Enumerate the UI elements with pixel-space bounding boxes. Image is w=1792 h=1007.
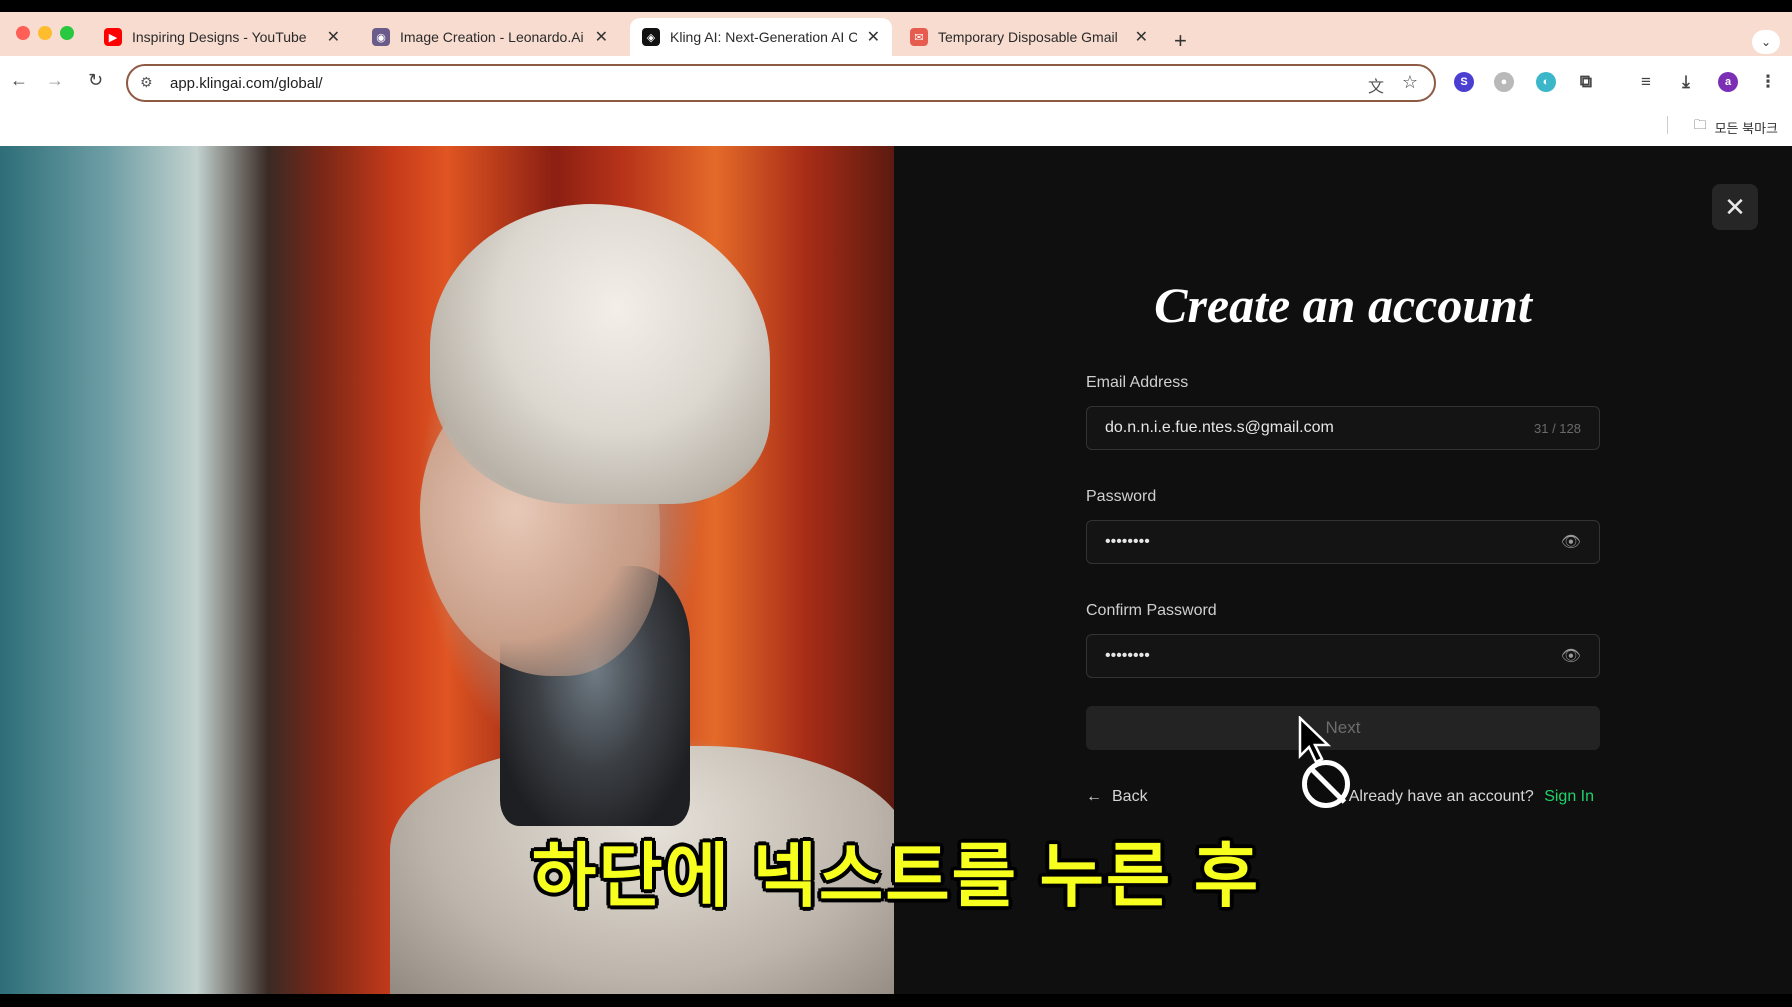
kling-icon: ◈ bbox=[642, 28, 660, 46]
email-field-wrapper: 31 / 128 bbox=[1086, 406, 1600, 450]
close-icon[interactable]: ✕ bbox=[867, 27, 880, 47]
close-icon: ✕ bbox=[1724, 191, 1746, 222]
confirm-password-field[interactable] bbox=[1087, 635, 1599, 677]
back-button[interactable]: ← Back bbox=[1086, 788, 1148, 806]
confirm-password-label: Confirm Password bbox=[1086, 602, 1217, 619]
page-title: Create an account bbox=[1154, 277, 1532, 333]
leonardo-icon: ◉ bbox=[372, 28, 390, 46]
hero-hair-shape bbox=[430, 204, 770, 504]
translate-icon[interactable]: 文 bbox=[1368, 73, 1384, 97]
bottom-letterbox bbox=[0, 994, 1792, 1007]
minimize-window-icon[interactable] bbox=[38, 26, 52, 40]
folder-icon: 🗀 bbox=[1693, 117, 1707, 132]
mouse-pointer-icon bbox=[1298, 716, 1332, 764]
close-window-icon[interactable] bbox=[16, 26, 30, 40]
new-tab-button[interactable]: + bbox=[1174, 28, 1187, 54]
eye-icon[interactable]: 👁 bbox=[1561, 532, 1581, 552]
youtube-icon: ▶ bbox=[104, 28, 122, 46]
extensions-puzzle-icon[interactable]: ⧉ bbox=[1576, 72, 1596, 92]
arrow-left-icon: ← bbox=[1086, 788, 1102, 805]
eye-icon[interactable]: 👁 bbox=[1561, 646, 1581, 666]
all-bookmarks-label: 모든 북마크 bbox=[1714, 120, 1778, 136]
bookmark-star-icon[interactable]: ☆ bbox=[1402, 72, 1418, 93]
close-dialog-button[interactable]: ✕ bbox=[1712, 184, 1758, 230]
tab-title: Inspiring Designs - YouTube bbox=[132, 29, 307, 45]
back-arrow-icon[interactable]: ← bbox=[10, 70, 28, 91]
video-caption: 하단에 넥스트를 누른 후 bbox=[531, 837, 1261, 915]
extension-s-icon[interactable]: S bbox=[1454, 72, 1474, 92]
tab-title: Image Creation - Leonardo.Ai bbox=[400, 29, 584, 45]
tab-search-chevron-icon[interactable]: ⌄ bbox=[1752, 30, 1780, 54]
password-field[interactable] bbox=[1087, 521, 1599, 563]
top-letterbox bbox=[0, 0, 1792, 12]
tab-youtube[interactable]: ▶ Inspiring Designs - YouTube ✕ bbox=[92, 18, 352, 56]
sign-in-link[interactable]: Sign In bbox=[1544, 788, 1594, 805]
tab-leonardo[interactable]: ◉ Image Creation - Leonardo.Ai ✕ bbox=[360, 18, 620, 56]
password-label: Password bbox=[1086, 488, 1157, 505]
confirm-password-field-wrapper: 👁 bbox=[1086, 634, 1600, 678]
download-icon[interactable]: ⤓ bbox=[1676, 72, 1696, 92]
tab-title: Temporary Disposable Gmail bbox=[938, 29, 1118, 45]
close-icon[interactable]: ✕ bbox=[595, 27, 608, 47]
profile-avatar[interactable]: a bbox=[1718, 72, 1738, 92]
tab-temp-gmail[interactable]: ✉ Temporary Disposable Gmail ✕ bbox=[898, 18, 1160, 56]
extension-gray-icon[interactable]: ● bbox=[1494, 72, 1514, 92]
browser-toolbar: ← → ↻ ⚙ app.klingai.com/global/ 文 ☆ S ● … bbox=[0, 56, 1792, 106]
not-allowed-cursor-icon bbox=[1302, 760, 1350, 808]
back-label: Back bbox=[1112, 788, 1148, 805]
tab-title: Kling AI: Next-Generation AI C bbox=[670, 29, 857, 45]
reading-list-icon[interactable]: ≡ bbox=[1636, 72, 1656, 92]
password-field-wrapper: 👁 bbox=[1086, 520, 1600, 564]
mail-icon: ✉ bbox=[910, 28, 928, 46]
next-button[interactable]: Next bbox=[1086, 706, 1600, 750]
close-icon[interactable]: ✕ bbox=[1135, 27, 1148, 47]
more-menu-icon[interactable]: ⋮ bbox=[1758, 72, 1778, 92]
screen: ▶ Inspiring Designs - YouTube ✕ ◉ Image … bbox=[0, 0, 1792, 1007]
email-field[interactable] bbox=[1087, 407, 1599, 449]
site-settings-icon[interactable]: ⚙ bbox=[140, 74, 153, 91]
url-text[interactable]: app.klingai.com/global/ bbox=[170, 75, 323, 92]
bookmarks-divider bbox=[1667, 116, 1668, 134]
email-label: Email Address bbox=[1086, 374, 1189, 391]
tab-kling[interactable]: ◈ Kling AI: Next-Generation AI C ✕ bbox=[630, 18, 892, 56]
signin-prompt: Already have an account? Sign In bbox=[1349, 788, 1594, 806]
extension-color-icon[interactable]: ◐ bbox=[1536, 72, 1556, 92]
forward-arrow-icon[interactable]: → bbox=[46, 70, 64, 91]
address-bar[interactable]: ⚙ app.klingai.com/global/ 文 ☆ bbox=[126, 64, 1436, 102]
tab-bar: ▶ Inspiring Designs - YouTube ✕ ◉ Image … bbox=[0, 12, 1792, 56]
close-icon[interactable]: ✕ bbox=[327, 27, 340, 47]
already-account-text: Already have an account? bbox=[1348, 788, 1534, 805]
email-char-counter: 31 / 128 bbox=[1534, 421, 1581, 436]
signup-form: Email Address 31 / 128 Password 👁 Confir… bbox=[1086, 374, 1600, 812]
reload-icon[interactable]: ↻ bbox=[88, 70, 103, 91]
bookmarks-bar: 🗀 모든 북마크 bbox=[0, 106, 1792, 146]
maximize-window-icon[interactable] bbox=[60, 26, 74, 40]
all-bookmarks-button[interactable]: 🗀 모든 북마크 bbox=[1694, 116, 1778, 138]
